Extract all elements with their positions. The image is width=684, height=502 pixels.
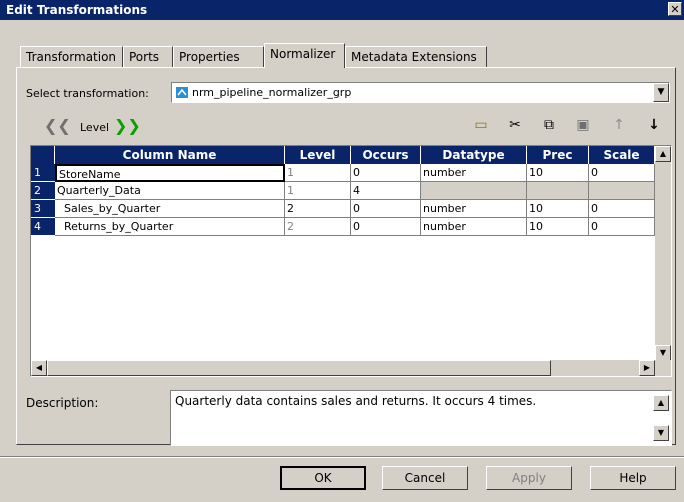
- cell-prec[interactable]: 10: [527, 218, 589, 236]
- scroll-up-icon[interactable]: ▲: [655, 146, 671, 162]
- cell-prec: [527, 182, 589, 200]
- description-label: Description:: [26, 396, 99, 410]
- chevron-down-icon[interactable]: ▼: [653, 83, 669, 102]
- transformation-select-value: nrm_pipeline_normalizer_grp: [192, 86, 352, 99]
- cell-datatype: [421, 182, 527, 200]
- col-header-scale[interactable]: Scale: [589, 146, 655, 164]
- cell-level[interactable]: 2: [285, 218, 351, 236]
- row-number[interactable]: 3: [31, 200, 55, 218]
- cell-datatype[interactable]: number: [421, 164, 527, 182]
- level-label: Level: [80, 121, 110, 134]
- tab-transformation[interactable]: Transformation: [20, 46, 123, 68]
- move-up-icon[interactable]: ↑: [610, 116, 628, 134]
- cell-prec[interactable]: 10: [527, 164, 589, 182]
- col-header-prec[interactable]: Prec: [527, 146, 589, 164]
- cell-column-name[interactable]: Sales_by_Quarter: [55, 200, 285, 218]
- row-number[interactable]: 2: [31, 182, 55, 200]
- cell-datatype[interactable]: number: [421, 200, 527, 218]
- cell-scale[interactable]: 0: [589, 200, 655, 218]
- cell-column-name[interactable]: Returns_by_Quarter: [55, 218, 285, 236]
- cell-column-name[interactable]: StoreName: [55, 164, 285, 182]
- select-transformation-label: Select transformation:: [26, 87, 149, 100]
- cell-occurs[interactable]: 4: [351, 182, 421, 200]
- tab-ports[interactable]: Ports: [123, 46, 173, 68]
- cell-level[interactable]: 1: [285, 164, 351, 182]
- cell-datatype[interactable]: number: [421, 218, 527, 236]
- col-header-occurs[interactable]: Occurs: [351, 146, 421, 164]
- paste-icon[interactable]: ▣: [574, 116, 592, 134]
- cell-scale[interactable]: 0: [589, 164, 655, 182]
- cancel-button[interactable]: Cancel: [382, 466, 468, 490]
- description-text: Quarterly data contains sales and return…: [175, 394, 537, 408]
- close-icon[interactable]: ✕: [668, 2, 682, 16]
- cell-column-name[interactable]: Quarterly_Data: [55, 182, 285, 200]
- tab-metadata-extensions[interactable]: Metadata Extensions: [345, 46, 487, 68]
- transformation-select[interactable]: nrm_pipeline_normalizer_grp ▼: [171, 82, 670, 103]
- scroll-down-icon[interactable]: ▼: [655, 345, 671, 361]
- row-number[interactable]: 1: [31, 164, 55, 182]
- normalizer-grid: Column Name Level Occurs Datatype Prec S…: [30, 145, 672, 377]
- ok-button[interactable]: OK: [280, 466, 366, 490]
- scroll-up-icon[interactable]: ▲: [653, 395, 669, 411]
- tab-properties[interactable]: Properties: [173, 46, 264, 68]
- cell-level[interactable]: 1: [285, 182, 351, 200]
- move-down-icon[interactable]: ↓: [645, 116, 663, 134]
- help-button[interactable]: Help: [590, 466, 676, 490]
- horizontal-scroll-thumb[interactable]: [47, 360, 551, 376]
- col-header-level[interactable]: Level: [285, 146, 351, 164]
- cell-occurs[interactable]: 0: [351, 164, 421, 182]
- tab-normalizer[interactable]: Normalizer: [264, 43, 345, 68]
- copy-icon[interactable]: ⧉: [540, 116, 558, 134]
- cut-icon[interactable]: ✂: [506, 116, 524, 134]
- scroll-down-icon[interactable]: ▼: [653, 425, 669, 441]
- col-header-datatype[interactable]: Datatype: [421, 146, 527, 164]
- level-right-icon[interactable]: ❯❯: [114, 116, 141, 135]
- scroll-left-icon[interactable]: ◀: [31, 360, 47, 376]
- scroll-right-icon[interactable]: ▶: [639, 360, 655, 376]
- cell-prec[interactable]: 10: [527, 200, 589, 218]
- level-left-icon[interactable]: ❮❮: [44, 116, 71, 135]
- cell-scale[interactable]: 0: [589, 218, 655, 236]
- apply-button[interactable]: Apply: [486, 466, 572, 490]
- cell-occurs[interactable]: 0: [351, 200, 421, 218]
- grid-corner: [31, 146, 55, 164]
- vertical-scrollbar[interactable]: ▲ ▼: [655, 146, 671, 361]
- transformation-icon: [176, 87, 188, 98]
- cell-scale: [589, 182, 655, 200]
- row-number[interactable]: 4: [31, 218, 55, 236]
- col-header-name[interactable]: Column Name: [55, 146, 285, 164]
- description-field[interactable]: Quarterly data contains sales and return…: [170, 390, 672, 446]
- window-title: Edit Transformations: [6, 3, 148, 17]
- horizontal-scrollbar[interactable]: ◀ ▶: [31, 360, 671, 376]
- cell-occurs[interactable]: 0: [351, 218, 421, 236]
- title-bar: Edit Transformations ✕: [0, 0, 684, 20]
- cell-level[interactable]: 2: [285, 200, 351, 218]
- separator: [0, 456, 684, 458]
- new-row-icon[interactable]: ▭: [472, 116, 490, 134]
